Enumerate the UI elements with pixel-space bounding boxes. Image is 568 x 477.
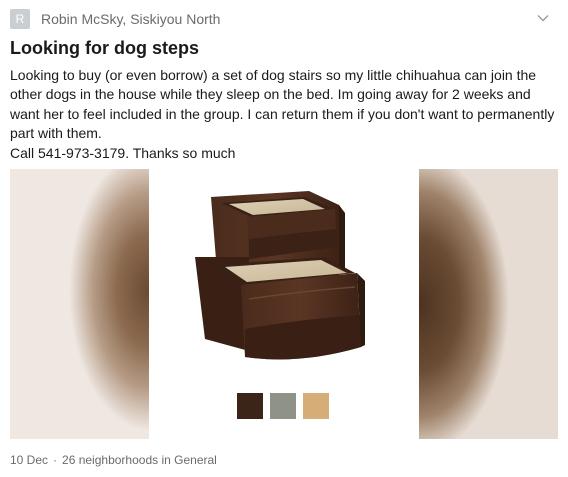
post-title: Looking for dog steps bbox=[10, 38, 199, 58]
post-phone-line: Call 541-973-3179. Thanks so much bbox=[10, 144, 236, 161]
post-footer: 10 Dec · 26 neighborhoods in General bbox=[10, 453, 217, 467]
photo-gallery bbox=[10, 169, 558, 439]
photo-thumbnail-left[interactable] bbox=[10, 169, 149, 439]
photo-thumbnail-right[interactable] bbox=[419, 169, 558, 439]
audience-link[interactable]: 26 neighborhoods bbox=[62, 453, 158, 467]
category-link[interactable]: General bbox=[174, 453, 217, 467]
separator-dot: · bbox=[53, 453, 58, 467]
author-line[interactable]: Robin McSky, Siskiyou North bbox=[41, 11, 220, 27]
chevron-down-icon[interactable] bbox=[536, 11, 550, 25]
photo-dog-steps[interactable] bbox=[149, 169, 419, 439]
in-label: in bbox=[161, 453, 171, 467]
dog-steps-image bbox=[195, 191, 365, 419]
post-header: R Robin McSky, Siskiyou North bbox=[10, 9, 556, 29]
post-paragraph: Looking to buy (or even borrow) a set of… bbox=[10, 67, 555, 142]
avatar[interactable]: R bbox=[10, 9, 30, 29]
post-card: R Robin McSky, Siskiyou North Looking fo… bbox=[0, 0, 568, 477]
post-date: 10 Dec bbox=[10, 453, 49, 467]
post-body: Looking to buy (or even borrow) a set of… bbox=[10, 66, 558, 163]
